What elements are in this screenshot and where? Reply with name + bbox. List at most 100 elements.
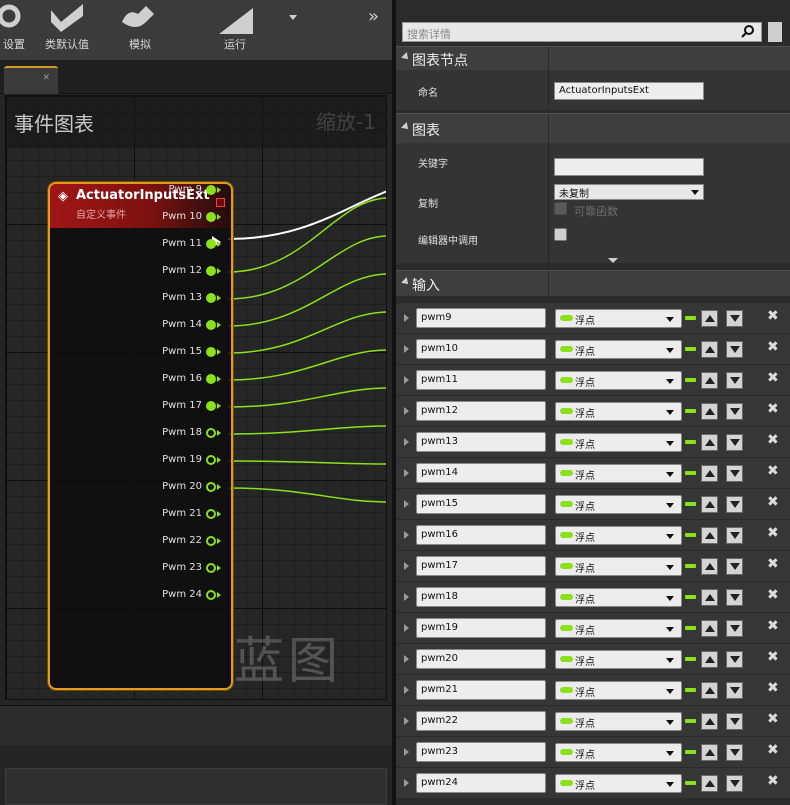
input-type-dropdown[interactable]: 浮点 — [555, 588, 682, 607]
remove-input-icon[interactable]: ✖ — [767, 711, 779, 727]
remove-input-icon[interactable]: ✖ — [767, 401, 779, 417]
node-pin-row[interactable]: Pwm 12 — [162, 265, 221, 281]
custom-event-node[interactable]: ◈ ActuatorInputsExt 自定义事件 Pwm 9 Pwm 10 Pwm… — [48, 182, 233, 690]
remove-input-icon[interactable]: ✖ — [767, 432, 779, 448]
move-down-button[interactable] — [726, 496, 743, 513]
tab-close-icon[interactable]: ✕ — [42, 73, 50, 83]
view-options-icon[interactable] — [768, 22, 782, 42]
node-pin-row[interactable]: Pwm 17 — [162, 400, 221, 416]
input-name-field[interactable]: pwm17 — [416, 556, 546, 576]
remove-input-icon[interactable]: ✖ — [767, 370, 779, 386]
expand-arrow-icon[interactable] — [404, 779, 409, 787]
node-pin-row[interactable]: Pwm 15 — [162, 346, 221, 362]
float-pin-icon[interactable] — [206, 562, 216, 573]
input-type-dropdown[interactable]: 浮点 — [555, 371, 682, 390]
move-up-button[interactable] — [701, 713, 718, 730]
input-type-dropdown[interactable]: 浮点 — [555, 743, 682, 762]
input-type-dropdown[interactable]: 浮点 — [555, 433, 682, 452]
expand-arrow-icon[interactable] — [404, 407, 409, 415]
move-up-button[interactable] — [701, 341, 718, 358]
move-down-button[interactable] — [726, 651, 743, 668]
container-type-icon[interactable] — [685, 378, 696, 382]
move-down-button[interactable] — [726, 589, 743, 606]
input-name-field[interactable]: pwm18 — [416, 587, 546, 607]
container-type-icon[interactable] — [685, 781, 696, 785]
remove-input-icon[interactable]: ✖ — [767, 773, 779, 789]
container-type-icon[interactable] — [685, 564, 696, 568]
event-graph-canvas[interactable]: 事件图表 缩放-1 蓝图 ◈ ActuatorInputsExt 自定义事件 P… — [5, 95, 387, 700]
move-up-button[interactable] — [701, 775, 718, 792]
toolbar-settings-button[interactable]: 设置 — [0, 0, 34, 60]
input-name-field[interactable]: pwm9 — [416, 308, 546, 328]
float-wire[interactable] — [227, 425, 387, 435]
node-pin-row[interactable]: Pwm 11 — [162, 238, 221, 254]
replicate-dropdown[interactable]: 未复制 — [554, 184, 704, 200]
float-pin-icon[interactable] — [206, 427, 216, 438]
node-pin-row[interactable]: Pwm 18 — [162, 427, 221, 443]
input-type-dropdown[interactable]: 浮点 — [555, 526, 682, 545]
remove-input-icon[interactable]: ✖ — [767, 525, 779, 541]
move-down-button[interactable] — [726, 341, 743, 358]
move-up-button[interactable] — [701, 310, 718, 327]
exec-wire[interactable] — [227, 190, 387, 240]
float-pin-icon[interactable] — [206, 319, 216, 330]
move-down-button[interactable] — [726, 775, 743, 792]
input-type-dropdown[interactable]: 浮点 — [555, 712, 682, 731]
toolbar-simulate-button[interactable]: 模拟 — [112, 0, 168, 60]
search-icon[interactable] — [741, 24, 755, 38]
move-down-button[interactable] — [726, 434, 743, 451]
container-type-icon[interactable] — [685, 626, 696, 630]
move-up-button[interactable] — [701, 558, 718, 575]
node-pin-row[interactable]: Pwm 16 — [162, 373, 221, 389]
node-pin-row[interactable]: Pwm 23 — [162, 562, 221, 578]
float-pin-icon[interactable] — [206, 238, 216, 249]
node-pin-row[interactable]: Pwm 22 — [162, 535, 221, 551]
float-wire[interactable] — [227, 235, 387, 300]
node-pin-row[interactable]: Pwm 19 — [162, 454, 221, 470]
move-up-button[interactable] — [701, 434, 718, 451]
remove-input-icon[interactable]: ✖ — [767, 680, 779, 696]
float-pin-icon[interactable] — [206, 481, 216, 492]
container-type-icon[interactable] — [685, 595, 696, 599]
float-pin-icon[interactable] — [206, 373, 216, 384]
input-name-field[interactable]: pwm19 — [416, 618, 546, 638]
tab-event-graph[interactable]: ✕ — [4, 66, 58, 94]
expand-arrow-icon[interactable] — [404, 469, 409, 477]
input-type-dropdown[interactable]: 浮点 — [555, 402, 682, 421]
input-name-field[interactable]: pwm11 — [416, 370, 546, 390]
input-name-field[interactable]: pwm23 — [416, 742, 546, 762]
move-down-button[interactable] — [726, 310, 743, 327]
remove-input-icon[interactable]: ✖ — [767, 649, 779, 665]
node-pin-row[interactable]: Pwm 13 — [162, 292, 221, 308]
expand-arrow-icon[interactable] — [404, 376, 409, 384]
node-pin-row[interactable]: Pwm 20 — [162, 481, 221, 497]
remove-input-icon[interactable]: ✖ — [767, 587, 779, 603]
move-down-button[interactable] — [726, 620, 743, 637]
container-type-icon[interactable] — [685, 409, 696, 413]
move-down-button[interactable] — [726, 403, 743, 420]
float-pin-icon[interactable] — [206, 211, 216, 222]
float-wire[interactable] — [227, 387, 387, 408]
move-up-button[interactable] — [701, 465, 718, 482]
toolbar-overflow-icon[interactable]: » — [368, 6, 379, 27]
input-name-field[interactable]: pwm21 — [416, 680, 546, 700]
float-pin-icon[interactable] — [206, 535, 216, 546]
remove-input-icon[interactable]: ✖ — [767, 494, 779, 510]
advanced-expand-icon[interactable] — [608, 258, 618, 263]
move-down-button[interactable] — [726, 372, 743, 389]
call-in-editor-checkbox[interactable] — [554, 228, 567, 241]
category-graph[interactable]: 图表 — [396, 113, 790, 143]
input-name-field[interactable]: pwm12 — [416, 401, 546, 421]
remove-input-icon[interactable]: ✖ — [767, 339, 779, 355]
play-options-chevron-icon[interactable] — [288, 14, 298, 22]
move-down-button[interactable] — [726, 744, 743, 761]
toolbar-class-defaults-button[interactable]: 类默认值 — [36, 0, 98, 60]
move-down-button[interactable] — [726, 558, 743, 575]
input-type-dropdown[interactable]: 浮点 — [555, 495, 682, 514]
expand-arrow-icon[interactable] — [404, 562, 409, 570]
float-pin-icon[interactable] — [206, 454, 216, 465]
move-up-button[interactable] — [701, 744, 718, 761]
container-type-icon[interactable] — [685, 347, 696, 351]
float-wire[interactable] — [227, 197, 387, 273]
move-up-button[interactable] — [701, 403, 718, 420]
